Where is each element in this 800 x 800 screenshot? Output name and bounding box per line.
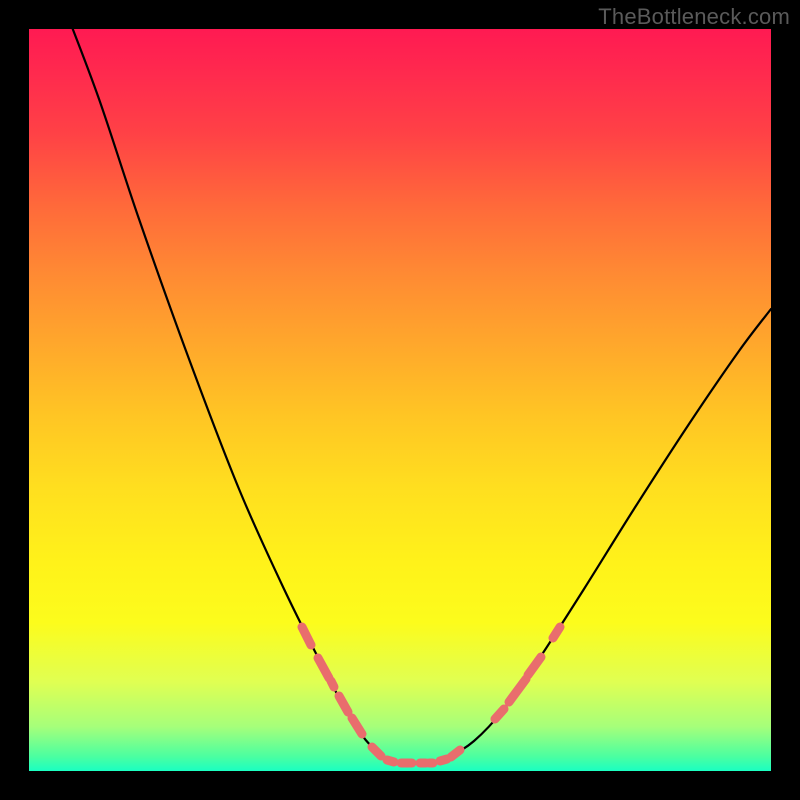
bottleneck-curve <box>65 29 771 764</box>
highlight-dash <box>352 718 362 734</box>
plot-area <box>29 29 771 771</box>
highlight-dash <box>331 681 334 687</box>
highlight-dash <box>495 709 504 719</box>
highlight-dash <box>318 658 329 678</box>
highlight-dash <box>528 657 541 675</box>
curve-layer <box>29 29 771 771</box>
watermark-text: TheBottleneck.com <box>598 4 790 30</box>
highlight-dash <box>302 627 311 645</box>
highlight-dash <box>509 679 526 702</box>
highlight-dash <box>553 627 560 638</box>
highlight-dash <box>451 750 460 757</box>
highlight-dash <box>387 760 394 762</box>
highlight-dash <box>339 696 348 712</box>
highlight-dash <box>440 759 447 761</box>
highlight-dash <box>372 747 381 756</box>
